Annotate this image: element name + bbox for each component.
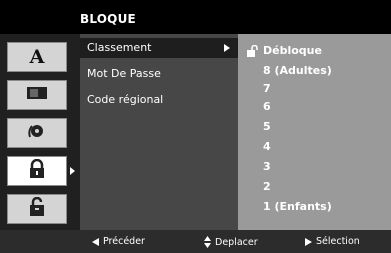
hint-previous: Précéder: [92, 236, 145, 247]
audio-category-button[interactable]: [7, 118, 67, 148]
rating-options-column: Débloque 8 (Adultes) 7 6 5 4 3 2 1 (Enfa…: [238, 34, 391, 230]
option-rating-1[interactable]: 1 (Enfants): [238, 198, 391, 216]
hint-move: Deplacer: [204, 236, 258, 248]
hint-select: Sélection: [305, 236, 360, 247]
up-down-arrows-icon: [204, 236, 211, 248]
language-category-button[interactable]: A: [7, 42, 67, 72]
option-rating-6[interactable]: 6: [238, 98, 391, 116]
menu-item-mot-de-passe[interactable]: Mot De Passe: [80, 64, 238, 84]
selected-category-arrow: [70, 167, 75, 175]
unlock-icon: [246, 44, 258, 63]
option-debloque[interactable]: Débloque: [238, 42, 391, 60]
lock-icon: [27, 158, 47, 183]
category-icon-column: A: [0, 34, 80, 230]
option-rating-8[interactable]: 8 (Adultes): [238, 62, 391, 80]
menu-item-label: Classement: [87, 41, 152, 54]
others-category-button[interactable]: [7, 194, 67, 224]
left-arrow-icon: [92, 237, 99, 246]
menu-item-label: Mot De Passe: [87, 67, 161, 80]
option-rating-5[interactable]: 5: [238, 118, 391, 136]
right-arrow-icon: [305, 237, 312, 246]
menu-item-classement[interactable]: Classement: [80, 38, 238, 58]
option-rating-4[interactable]: 4: [238, 138, 391, 156]
display-icon: [26, 85, 48, 105]
others-icon: [27, 196, 47, 221]
menu-title: BLOQUE: [80, 12, 136, 26]
display-category-button[interactable]: [7, 80, 67, 110]
menu-item-code-regional[interactable]: Code régional: [80, 90, 238, 110]
help-bar: Précéder Deplacer Sélection: [0, 230, 391, 253]
option-rating-2[interactable]: 2: [238, 178, 391, 196]
language-icon: A: [29, 46, 45, 68]
menu-item-label: Code régional: [87, 93, 164, 106]
option-rating-3[interactable]: 3: [238, 158, 391, 176]
lock-category-button[interactable]: [7, 156, 67, 186]
submenu-arrow-icon: [224, 44, 230, 52]
option-rating-7[interactable]: 7: [238, 80, 391, 98]
title-bar: BLOQUE: [0, 0, 391, 34]
dvd-setup-screen: BLOQUE A Classement Mot De Passe Code ré…: [0, 0, 391, 253]
settings-menu-column: Classement Mot De Passe Code régional: [80, 34, 238, 230]
audio-icon: [26, 122, 48, 144]
